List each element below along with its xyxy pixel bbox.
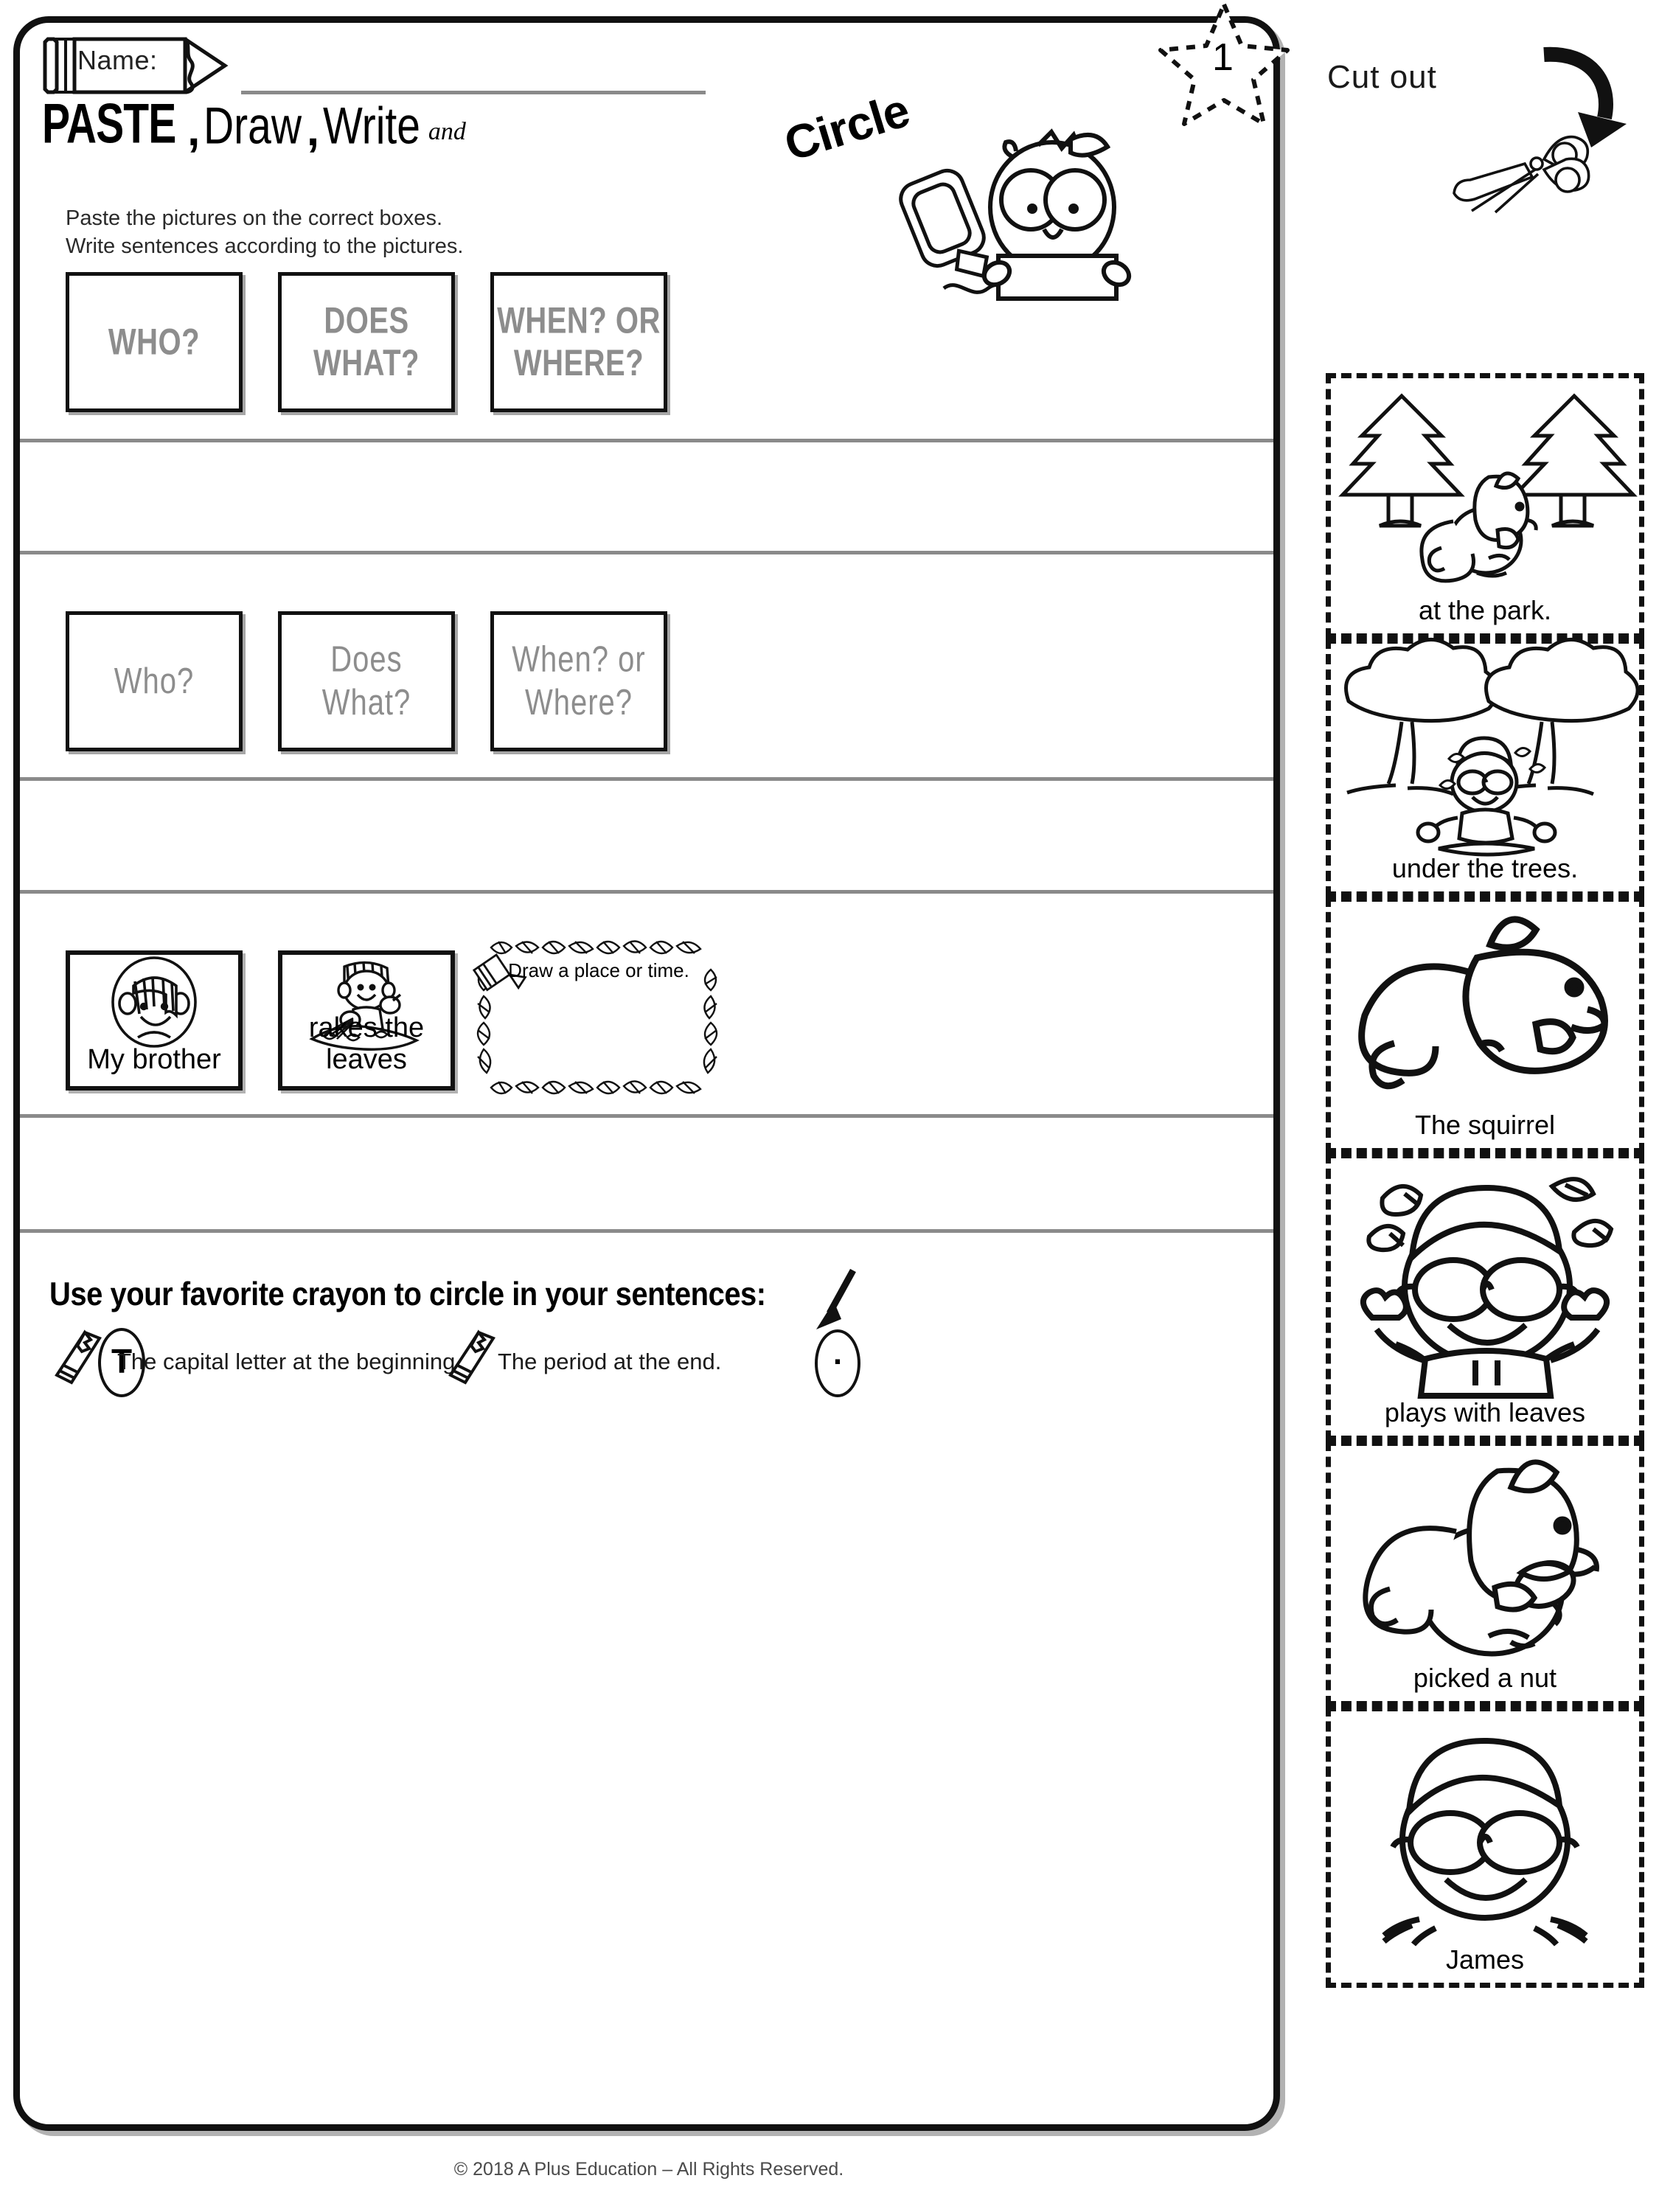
writing-line[interactable] [20, 777, 1273, 781]
cutout-caption-picked-a-nut: picked a nut [1413, 1663, 1557, 1693]
category-label-does-what-caps: DOES WHAT? [313, 300, 420, 384]
squirrel-holding-acorn-icon [1331, 1450, 1639, 1657]
title-word-circle: Circle [778, 83, 916, 172]
writing-line[interactable] [20, 1114, 1273, 1118]
example-card-rakes-the-leaves: rakes the leaves [278, 950, 455, 1091]
cutout-caption-at-the-park: at the park. [1418, 595, 1552, 625]
period-glyph: . [832, 1335, 843, 1371]
cutout-caption-plays-with-leaves: plays with leaves [1384, 1397, 1586, 1427]
cutout-caption-the-squirrel: The squirrel [1414, 1110, 1556, 1140]
cut-out-heading: Cut out [1327, 59, 1437, 95]
cutout-card-plays-with-leaves[interactable]: plays with leaves [1326, 1153, 1644, 1441]
cutout-caption-james: James [1445, 1944, 1525, 1975]
bottom-hint-period: The period at the end. [498, 1349, 722, 1374]
title-word-paste: PASTE [42, 93, 176, 156]
paste-box-who-mixed[interactable]: Who? [66, 611, 243, 751]
paste-box-when-where-caps[interactable]: WHEN? OR WHERE? [490, 272, 667, 412]
two-pine-trees-with-squirrel-icon [1331, 383, 1639, 588]
example-caption-my-brother: My brother [87, 1044, 221, 1075]
category-label-where-mixed: Where? [524, 683, 633, 723]
boy-with-glasses-face-icon [1331, 1716, 1639, 1947]
arrow-down-left-icon [809, 1267, 868, 1334]
circled-period-badge: . [815, 1329, 860, 1397]
cutout-card-picked-a-nut[interactable]: picked a nut [1326, 1441, 1644, 1706]
example-card-my-brother: My brother [66, 950, 243, 1091]
category-label-where-caps: WHERE? [513, 343, 644, 384]
boy-sitting-under-two-trees-icon [1331, 638, 1640, 857]
instructions-block: Paste the pictures on the correct boxes.… [66, 204, 729, 261]
boy-with-glasses-and-leaves-icon [1331, 1163, 1639, 1399]
example-caption-rakes-the-leaves: rakes the leaves [308, 1012, 425, 1075]
paste-box-does-what-caps[interactable]: DOES WHAT? [278, 272, 455, 412]
title-word-draw: Draw [203, 96, 302, 155]
cutout-column: 1 Cut out at the park. under the trees. … [1158, 0, 1659, 2212]
instruction-line-2: Write sentences according to the picture… [66, 234, 464, 259]
worksheet-panel: Name: PASTE, Draw, Write and Circle Past… [13, 16, 1280, 2131]
page-title: PASTE, Draw, Write and Circle [42, 83, 1001, 185]
paste-box-does-what-mixed[interactable]: Does What? [278, 611, 455, 751]
title-connector-and: and [428, 118, 466, 145]
category-label-when-mixed: When? or [512, 639, 646, 680]
category-label-who-mixed: Who? [114, 661, 195, 701]
cutout-card-at-the-park[interactable]: at the park. [1326, 373, 1644, 639]
draw-a-place-or-time-box[interactable]: Draw a place or time. [472, 936, 724, 1105]
category-label-who-caps: WHO? [108, 321, 201, 363]
cutout-card-under-the-trees[interactable]: under the trees. [1326, 638, 1644, 897]
paste-box-who-caps[interactable]: WHO? [66, 272, 243, 412]
cutout-caption-under-the-trees: under the trees. [1391, 853, 1579, 883]
bottom-instruction-title: Use your favorite crayon to circle in yo… [49, 1276, 766, 1313]
boy-face-portrait-icon [111, 956, 197, 1048]
writing-line[interactable] [20, 551, 1273, 554]
title-comma-2: , [306, 105, 320, 156]
name-input-line[interactable] [241, 91, 706, 94]
page-number-value: 1 [1212, 36, 1234, 79]
bottom-instruction-block: Use your favorite crayon to circle in yo… [49, 1276, 1244, 1313]
copyright-text: © 2018 A Plus Education – All Rights Res… [453, 2159, 844, 2180]
title-comma-1: , [187, 105, 201, 156]
category-label-does-what-mixed: Does What? [321, 639, 411, 723]
name-label: Name: [77, 45, 158, 75]
draw-box-label: Draw a place or time. [508, 959, 689, 981]
writing-line[interactable] [20, 439, 1273, 442]
bottom-hint-capital-letter: The capital letter at the beginning [117, 1349, 456, 1374]
category-label-when-caps: WHEN? OR [497, 300, 661, 341]
instruction-line-1: Paste the pictures on the correct boxes. [66, 206, 442, 230]
cutout-card-james[interactable]: James [1326, 1706, 1644, 1988]
writing-line[interactable] [20, 1229, 1273, 1233]
crayon-icon-right [446, 1329, 505, 1388]
title-word-write: Write [322, 96, 420, 155]
writing-line[interactable] [20, 890, 1273, 894]
big-squirrel-icon [1331, 906, 1639, 1102]
paste-box-when-where-mixed[interactable]: When? or Where? [490, 611, 667, 751]
owl-with-glue-bottle-icon [899, 117, 1132, 302]
scissors-icon [1450, 131, 1597, 214]
cutout-card-the-squirrel[interactable]: The squirrel [1326, 897, 1644, 1153]
